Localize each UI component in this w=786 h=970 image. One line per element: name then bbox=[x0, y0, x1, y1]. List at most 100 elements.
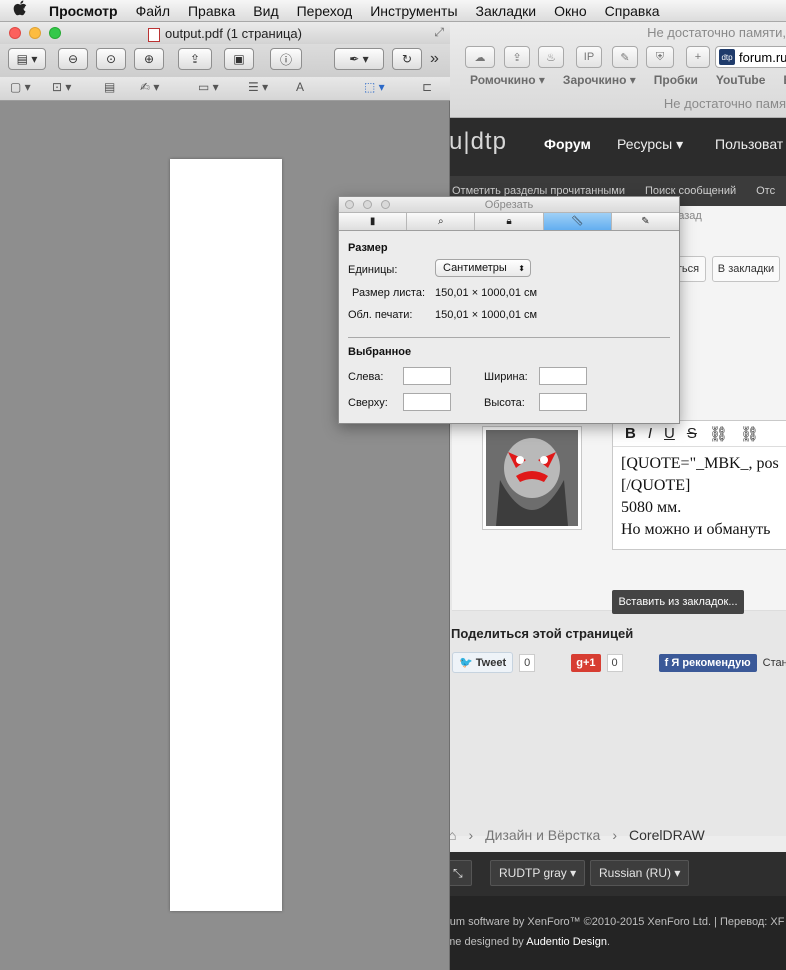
preview-window: output.pdf (1 страница) ⤢ ▤ ▾ ⊖ ⊙ ⊕ ⇪ ▣ … bbox=[0, 22, 450, 970]
nav-users[interactable]: Пользоват bbox=[715, 136, 783, 152]
share-thread-label: ться bbox=[676, 263, 700, 275]
menu-view[interactable]: Вид bbox=[244, 3, 287, 19]
fullscreen-icon[interactable]: ⤢ bbox=[434, 25, 444, 40]
text-box-tool-icon[interactable]: ⊡ ▾ bbox=[52, 80, 71, 94]
strike-button[interactable]: S bbox=[687, 425, 697, 442]
twitter-icon: 🐦 bbox=[459, 657, 473, 669]
editor-text[interactable]: [QUOTE="_MBK_, pos [/QUOTE] 5080 мм. Но … bbox=[613, 447, 786, 547]
nav-resources[interactable]: Ресурсы ▾ bbox=[617, 136, 683, 153]
menu-app-preview[interactable]: Просмотр bbox=[40, 3, 127, 19]
tools-button[interactable]: ✎ bbox=[612, 46, 638, 68]
breadcrumb-coreldraw[interactable]: CorelDRAW bbox=[629, 827, 705, 843]
nav-forum[interactable]: Форум bbox=[544, 136, 591, 152]
toolbar-overflow-button[interactable]: » bbox=[430, 50, 439, 68]
menu-window[interactable]: Окно bbox=[545, 3, 596, 19]
link-icon[interactable]: ⛓ bbox=[709, 425, 728, 443]
ip-button[interactable]: IP bbox=[576, 46, 602, 68]
print-area-value: 150,01 × 1000,01 см bbox=[435, 309, 538, 321]
note-tool-icon[interactable]: ▤ bbox=[104, 80, 115, 94]
pen-icon: ✒ ▾ bbox=[349, 52, 369, 66]
crop-close-button[interactable] bbox=[345, 200, 354, 209]
slideshow-button[interactable]: ▣ bbox=[224, 48, 254, 70]
height-label: Высота: bbox=[484, 397, 525, 409]
menu-file[interactable]: Файл bbox=[127, 3, 179, 19]
selection-tool-icon[interactable]: ⬚ ▾ bbox=[364, 80, 385, 94]
bookmark-romochkino[interactable]: Ромочкино ▾ bbox=[470, 73, 545, 87]
audentio-link[interactable]: Audentio Design bbox=[526, 936, 607, 948]
apple-menu-icon[interactable] bbox=[0, 0, 40, 21]
tweet-button[interactable]: 🐦 Tweet bbox=[452, 652, 514, 673]
editor-line: [/QUOTE] bbox=[621, 477, 691, 494]
menu-help[interactable]: Справка bbox=[596, 3, 669, 19]
window-title: output.pdf (1 страница) bbox=[165, 25, 302, 41]
menu-bookmarks[interactable]: Закладки bbox=[467, 3, 546, 19]
line-style-icon[interactable]: ☰ ▾ bbox=[248, 80, 268, 94]
collapse-icon: ⤡ bbox=[453, 865, 463, 880]
ruler-icon: 📏︎ bbox=[570, 216, 584, 227]
bookmark-probki[interactable]: Пробки bbox=[654, 73, 698, 87]
actual-size-icon: ⊙ bbox=[105, 52, 117, 66]
width-field[interactable] bbox=[539, 367, 587, 385]
extension-button[interactable]: ♨ bbox=[538, 46, 564, 68]
tab-search[interactable]: ⌕ bbox=[407, 213, 476, 230]
share-button[interactable]: ⇪ bbox=[178, 48, 212, 70]
subnav-more-link[interactable]: Отс bbox=[756, 185, 775, 197]
tab-annotations[interactable]: ✎ bbox=[612, 213, 679, 230]
rotate-button[interactable]: ↻ bbox=[392, 48, 422, 70]
zoom-in-button[interactable]: ⊕ bbox=[134, 48, 164, 70]
address-bar[interactable]: dtp forum.ru bbox=[715, 46, 786, 68]
actual-size-button[interactable]: ⊙ bbox=[96, 48, 126, 70]
message-editor[interactable]: B I U S ⛓ ⛓ [QUOTE="_MBK_, pos [/QUOTE] … bbox=[612, 420, 786, 550]
underline-button[interactable]: U bbox=[664, 425, 675, 442]
minimize-window-button[interactable] bbox=[29, 27, 41, 39]
bookmark-youtube[interactable]: YouTube bbox=[716, 73, 766, 87]
unlink-icon[interactable]: ⛓ bbox=[740, 425, 759, 443]
bookmark-thread-button[interactable]: В закладки bbox=[712, 256, 780, 282]
rectangle-tool-icon[interactable]: ▢ ▾ bbox=[10, 80, 31, 94]
memory-warning: Не достаточно памяти, bbox=[647, 25, 786, 40]
tab-crop[interactable]: 📏︎ bbox=[543, 213, 612, 230]
zoom-out-button[interactable]: ⊖ bbox=[58, 48, 88, 70]
sidebar-toggle-button[interactable]: ▤ ▾ bbox=[8, 48, 46, 70]
new-tab-button[interactable]: + bbox=[686, 46, 710, 68]
print-area-label: Обл. печати: bbox=[348, 309, 413, 321]
tab-encryption[interactable]: 🔒︎ bbox=[475, 213, 544, 230]
units-select[interactable]: Сантиметры ⬍ bbox=[435, 259, 531, 277]
facebook-like-button[interactable]: f Я рекомендую bbox=[658, 653, 757, 672]
crop-minimize-button[interactable] bbox=[363, 200, 372, 209]
avatar[interactable] bbox=[482, 426, 582, 530]
close-window-button[interactable] bbox=[9, 27, 21, 39]
italic-button[interactable]: I bbox=[648, 425, 652, 442]
left-label: Слева: bbox=[348, 371, 384, 383]
menu-edit[interactable]: Правка bbox=[179, 3, 244, 19]
crop-tool-icon[interactable]: ⊏ bbox=[422, 80, 432, 94]
footer-theme: eme designed by Audentio Design. bbox=[440, 932, 786, 952]
cloud-button[interactable]: ☁ bbox=[465, 46, 495, 68]
crop-zoom-button[interactable] bbox=[381, 200, 390, 209]
left-field[interactable] bbox=[403, 367, 451, 385]
tab-general[interactable]: ▮ bbox=[339, 213, 408, 230]
pdf-page[interactable] bbox=[170, 159, 282, 911]
signature-tool-icon[interactable]: ✍ ▾ bbox=[140, 80, 159, 94]
top-field[interactable] bbox=[403, 393, 451, 411]
breadcrumb-design[interactable]: Дизайн и Вёрстка bbox=[485, 827, 600, 843]
font-icon[interactable]: A bbox=[296, 80, 304, 94]
menu-go[interactable]: Переход bbox=[288, 3, 362, 19]
share-button[interactable]: ⇪ bbox=[504, 46, 530, 68]
adblock-button[interactable]: ⛨ bbox=[646, 46, 674, 68]
bold-button[interactable]: B bbox=[625, 425, 636, 442]
color-picker-icon[interactable]: ▭ ▾ bbox=[198, 80, 219, 94]
gplus-button[interactable]: g+1 bbox=[571, 653, 601, 672]
menu-tools[interactable]: Инструменты bbox=[361, 3, 466, 19]
bookmark-zarochkino[interactable]: Зарочкино ▾ bbox=[563, 73, 636, 87]
style-chooser[interactable]: RUDTP gray ▾ bbox=[490, 860, 586, 886]
pdf-file-icon bbox=[148, 28, 160, 42]
inspector-button[interactable]: ⓘ bbox=[270, 48, 302, 70]
height-field[interactable] bbox=[539, 393, 587, 411]
insert-from-bookmarks-button[interactable]: Вставить из закладок... bbox=[612, 590, 744, 614]
language-chooser[interactable]: Russian (RU) ▾ bbox=[590, 860, 690, 886]
zoom-window-button[interactable] bbox=[49, 27, 61, 39]
top-label: Сверху: bbox=[348, 397, 388, 409]
annotate-button[interactable]: ✒ ▾ bbox=[334, 48, 384, 70]
site-logo[interactable]: ru|dtp bbox=[440, 128, 507, 156]
